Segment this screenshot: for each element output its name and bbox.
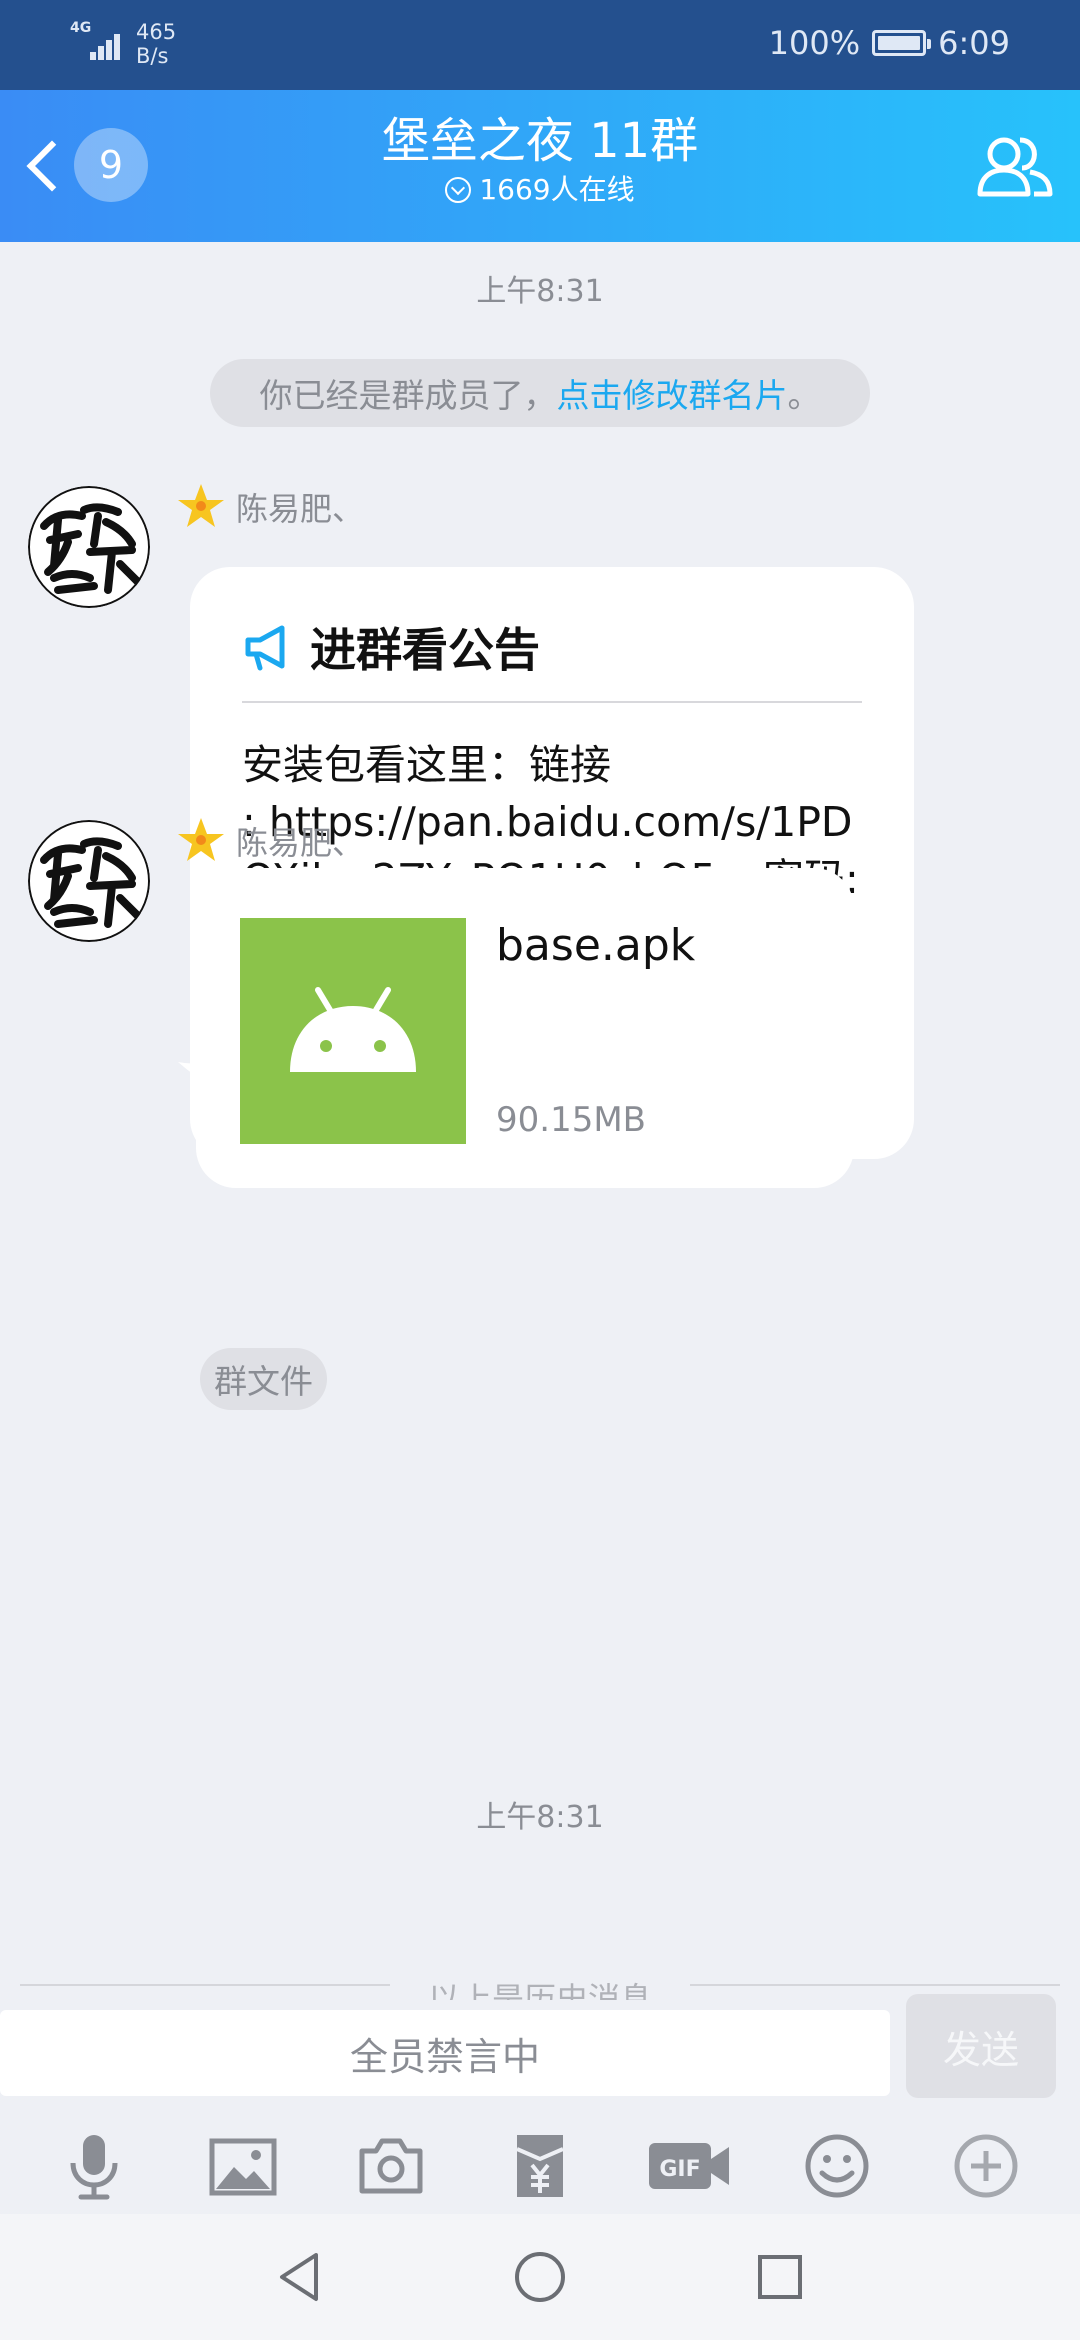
send-button[interactable]: 发送 — [906, 1994, 1056, 2098]
system-notice: 你已经是群成员了， 点击修改群名片 。 — [210, 359, 870, 427]
group-title: 堡垒之夜 11群 — [381, 113, 699, 169]
members-icon — [977, 137, 1053, 197]
avatar[interactable] — [28, 486, 150, 608]
edit-group-card-link[interactable]: 点击修改群名片 — [557, 369, 788, 417]
status-left: 4G 465 B/s — [70, 20, 176, 68]
announcement-header: 进群看公告 — [242, 597, 862, 697]
title-block[interactable]: 堡垒之夜 11群 1669人在线 — [240, 110, 840, 208]
nav-recents-button[interactable] — [740, 2237, 820, 2317]
gif-button[interactable]: GIF — [639, 2121, 739, 2211]
android-icon — [290, 987, 416, 1072]
megaphone-icon — [245, 625, 285, 671]
nav-home-button[interactable] — [500, 2237, 580, 2317]
sender-row: 陈易肥、 — [176, 482, 364, 532]
file-message[interactable]: base.apk 90.15MB — [196, 868, 854, 1188]
emoji-button[interactable] — [787, 2121, 887, 2211]
camera-icon — [359, 2138, 423, 2194]
message-input-muted[interactable]: 全员禁言中 — [0, 2010, 890, 2096]
history-divider: 以上是历史消息 — [20, 1964, 1060, 2004]
file-thumbnail — [240, 918, 466, 1144]
input-area: 全员禁言中 发送 GIF — [0, 1994, 1080, 2214]
chat-header: 9 堡垒之夜 11群 1669人在线 — [0, 90, 1080, 242]
sender-name[interactable]: 陈易肥、 — [236, 484, 364, 530]
network-speed-value: 465 — [136, 20, 177, 44]
timestamp: 上午8:31 — [476, 1800, 604, 1835]
back-button[interactable]: 9 — [18, 128, 148, 204]
file-name: base.apk — [496, 920, 696, 971]
group-members-button[interactable] — [974, 128, 1054, 208]
clock: 6:09 — [938, 24, 1010, 62]
chat-area[interactable]: 上午8:31 你已经是群成员了， 点击修改群名片 。 陈易肥、 进群看公告 安装… — [0, 242, 1080, 2004]
battery-icon — [872, 30, 932, 56]
square-recents-icon — [758, 2255, 802, 2299]
red-packet-icon — [516, 2135, 564, 2197]
avatar[interactable] — [28, 820, 150, 942]
network-type: 4G — [70, 20, 92, 36]
system-notice-text: 你已经是群成员了， — [259, 376, 557, 415]
status-right: 100% 6:09 — [769, 24, 1010, 62]
voice-button[interactable] — [44, 2121, 144, 2211]
triangle-back-icon — [280, 2253, 318, 2301]
chevron-down-circle-icon — [445, 177, 472, 203]
signal-icon: 4G — [70, 20, 122, 64]
input-toolbar: GIF — [0, 2118, 1080, 2214]
network-speed-unit: B/s — [136, 44, 169, 68]
star-badge-icon — [178, 818, 224, 861]
unread-badge: 9 — [74, 128, 148, 202]
circle-home-icon — [515, 2252, 565, 2302]
sender-row: 陈易肥、 — [176, 816, 364, 866]
nav-back-button[interactable] — [260, 2237, 340, 2317]
sender-name[interactable]: 陈易肥、 — [236, 818, 364, 864]
gif-icon: GIF — [648, 2143, 729, 2189]
chevron-left-icon — [26, 140, 78, 192]
image-icon — [209, 2138, 277, 2196]
divider — [242, 701, 862, 703]
red-packet-button[interactable] — [490, 2121, 590, 2211]
network-speed: 465 B/s — [136, 20, 176, 68]
star-badge-icon — [178, 484, 224, 527]
system-nav-bar — [0, 2214, 1080, 2340]
calligraphy-avatar-image — [28, 486, 150, 608]
photo-button[interactable] — [193, 2121, 293, 2211]
file-info: base.apk 90.15MB — [496, 918, 695, 1144]
calligraphy-avatar-image — [28, 820, 150, 942]
announcement-title: 进群看公告 — [310, 623, 540, 677]
online-count: 1669人在线 — [479, 173, 635, 206]
online-status: 1669人在线 — [240, 172, 840, 208]
emoji-icon — [805, 2134, 869, 2198]
system-notice-suffix: 。 — [787, 376, 821, 415]
svg-text:GIF: GIF — [659, 2157, 700, 2182]
plus-icon — [954, 2134, 1018, 2198]
battery-percent: 100% — [768, 24, 861, 62]
file-size: 90.15MB — [496, 1100, 646, 1140]
status-bar: 4G 465 B/s 100% 6:09 — [0, 0, 1080, 90]
timestamp: 上午8:31 — [476, 274, 604, 309]
group-files-tag[interactable]: 群文件 — [200, 1348, 327, 1410]
camera-button[interactable] — [341, 2121, 441, 2211]
more-button[interactable] — [936, 2121, 1036, 2211]
microphone-icon — [70, 2135, 118, 2200]
